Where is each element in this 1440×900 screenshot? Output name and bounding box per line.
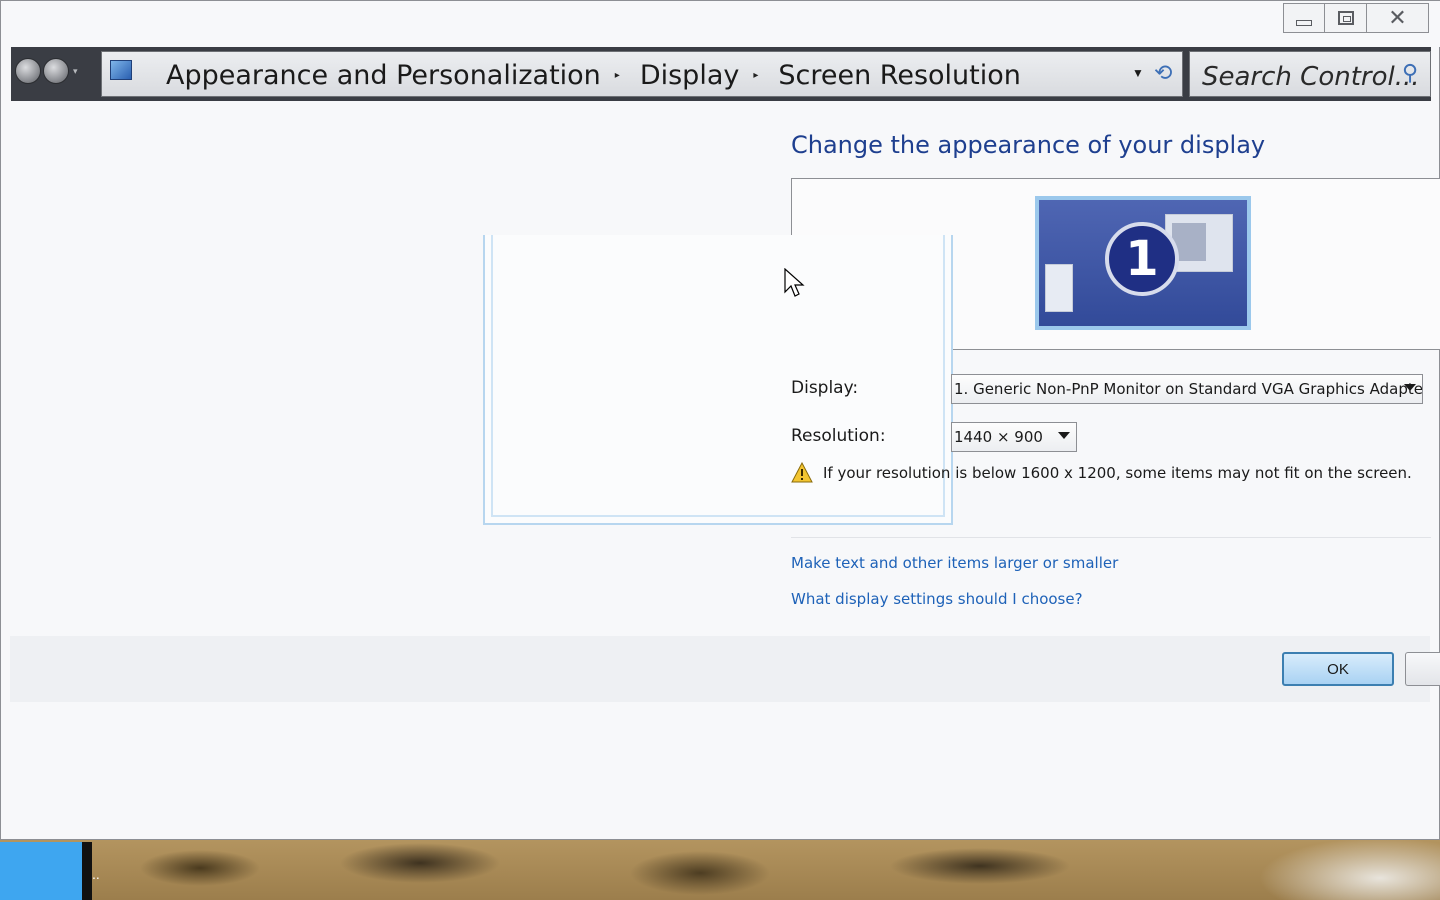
restore-button[interactable] (1325, 3, 1367, 33)
minimize-icon (1296, 20, 1312, 26)
nav-arrows: ▾ (15, 58, 78, 84)
divider (791, 537, 1431, 538)
display-settings-help-link[interactable]: What display settings should I choose? (791, 590, 1083, 608)
address-dropdown-icon[interactable]: ▼ (1132, 66, 1144, 80)
breadcrumb-screen-resolution[interactable]: Screen Resolution (778, 60, 1021, 91)
taskbar-label: .. (92, 866, 100, 882)
button-bar (10, 636, 1430, 702)
chevron-down-icon (1404, 384, 1416, 391)
close-icon: ✕ (1388, 5, 1407, 30)
resolution-label: Resolution: (791, 426, 886, 446)
taskbar-item[interactable] (82, 842, 92, 900)
search-icon[interactable]: ⚲ (1402, 60, 1418, 86)
mouse-cursor-icon (784, 268, 805, 297)
control-panel-icon (110, 60, 132, 80)
display-select-value: 1. Generic Non-PnP Monitor on Standard V… (954, 380, 1423, 398)
minimize-button[interactable] (1283, 3, 1325, 33)
display-select[interactable]: 1. Generic Non-PnP Monitor on Standard V… (951, 374, 1423, 404)
caption-buttons: ✕ (1283, 3, 1429, 33)
desktop-wallpaper (0, 838, 1440, 900)
restore-icon (1337, 11, 1354, 25)
breadcrumb-separator-icon[interactable]: ▸ (753, 70, 758, 81)
monitor-tile[interactable]: 1 (1035, 196, 1251, 330)
ok-button[interactable]: OK (1282, 652, 1394, 686)
breadcrumb-appearance[interactable]: Appearance and Personalization (166, 60, 601, 91)
close-button[interactable]: ✕ (1367, 3, 1429, 33)
display-label: Display: (791, 378, 859, 398)
start-button[interactable] (0, 842, 82, 900)
breadcrumb-separator-icon[interactable]: ▸ (615, 70, 620, 81)
title-bar[interactable]: ✕ (1, 1, 1440, 47)
make-text-larger-link[interactable]: Make text and other items larger or smal… (791, 554, 1118, 572)
search-box[interactable]: Search Control... ⚲ (1189, 51, 1431, 97)
address-bar[interactable]: Appearance and Personalization ▸ Display… (101, 51, 1183, 97)
monitor-preview: 1 (1039, 200, 1247, 326)
breadcrumb: Appearance and Personalization ▸ Display… (166, 60, 1035, 91)
search-input[interactable]: Search Control... (1202, 62, 1420, 92)
page-title: Change the appearance of your display (791, 131, 1266, 159)
monitor-number-badge: 1 (1105, 222, 1179, 296)
cancel-button[interactable] (1405, 652, 1440, 686)
resolution-select-value: 1440 × 900 (954, 428, 1043, 446)
preview-window-icon (1045, 264, 1073, 312)
back-button[interactable] (15, 58, 41, 84)
warning-icon (791, 462, 813, 483)
recent-pages-dropdown-icon[interactable]: ▾ (73, 66, 78, 77)
forward-button[interactable] (43, 58, 69, 84)
refresh-icon[interactable]: ⟲ (1154, 60, 1172, 86)
resolution-select[interactable]: 1440 × 900 (951, 422, 1077, 452)
breadcrumb-display[interactable]: Display (640, 60, 740, 91)
chevron-down-icon (1058, 432, 1070, 439)
navigation-bar: ▾ Appearance and Personalization ▸ Displ… (11, 47, 1431, 101)
resolution-warning: If your resolution is below 1600 x 1200,… (823, 464, 1412, 482)
